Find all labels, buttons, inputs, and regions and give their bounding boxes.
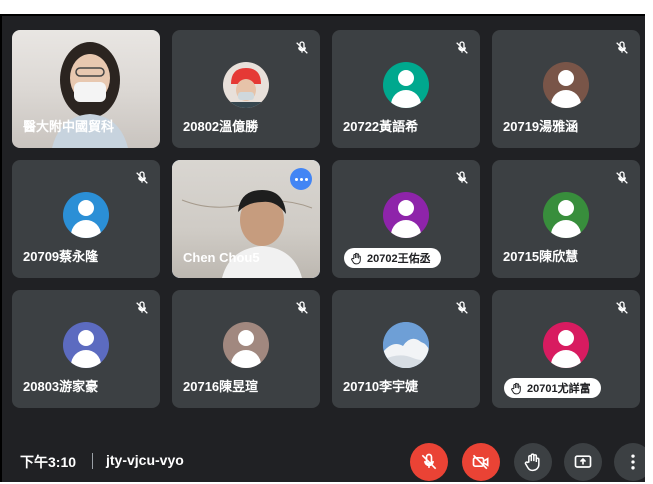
participant-avatar — [383, 192, 429, 238]
participant-tile[interactable]: 20715陳欣慧 — [492, 160, 640, 278]
participant-name: 20715陳欣慧 — [503, 249, 579, 264]
bottom-toolbar: 下午3:10 jty-vjcu-vyo — [2, 438, 645, 482]
participant-avatar — [543, 322, 589, 368]
participant-tile[interactable]: 20722黃語希 — [332, 30, 480, 148]
meeting-code: jty-vjcu-vyo — [106, 452, 184, 468]
participant-avatar — [543, 192, 589, 238]
participant-name: 20716陳昱瑄 — [183, 379, 259, 394]
more-options-button[interactable] — [290, 168, 312, 190]
participant-tile[interactable]: Chen Chou5 — [172, 160, 320, 278]
participant-avatar — [63, 322, 109, 368]
participant-tile[interactable]: 20710李宇婕 — [332, 290, 480, 408]
participant-name: 20803游家豪 — [23, 379, 99, 394]
participant-tile[interactable]: 20719湯雅涵 — [492, 30, 640, 148]
present-screen-icon — [574, 455, 592, 468]
more-options-button[interactable] — [614, 443, 645, 481]
camera-toggle-button[interactable] — [462, 443, 500, 481]
participant-avatar — [223, 322, 269, 368]
participant-tile[interactable]: 醫大附中國貿科 — [12, 30, 160, 148]
mic-muted-icon — [296, 301, 308, 314]
mic-muted-icon — [616, 301, 628, 314]
mic-muted-icon — [616, 41, 628, 54]
mic-muted-icon — [136, 171, 148, 184]
raise-hand-icon — [511, 382, 521, 394]
participant-avatar — [383, 322, 429, 368]
more-options-icon — [631, 454, 635, 470]
participant-tile[interactable]: 20702王佑丞 — [332, 160, 480, 278]
meet-window: 醫大附中國貿科 20802溫億勝 20722黃語希 20719湯雅涵 20709… — [0, 14, 645, 482]
meeting-time: 下午3:10 — [20, 454, 77, 470]
mic-muted-icon — [456, 171, 468, 184]
mic-muted-icon — [616, 171, 628, 184]
raised-hand-chip: 20701尤詳富 — [504, 378, 601, 398]
mic-muted-icon — [456, 301, 468, 314]
present-screen-button[interactable] — [564, 443, 602, 481]
raised-hand-chip: 20702王佑丞 — [344, 248, 441, 268]
participant-name: 20702王佑丞 — [367, 253, 431, 265]
participant-tile[interactable]: 20802溫億勝 — [172, 30, 320, 148]
participant-name: 醫大附中國貿科 — [23, 119, 115, 134]
mic-off-icon — [421, 453, 437, 470]
divider — [92, 453, 93, 469]
participant-tile[interactable]: 20701尤詳富 — [492, 290, 640, 408]
participant-name: 20709蔡永隆 — [23, 249, 99, 264]
participant-avatar — [223, 62, 269, 108]
participant-tile[interactable]: 20803游家豪 — [12, 290, 160, 408]
participant-name: 20701尤詳富 — [527, 383, 591, 395]
participant-tile[interactable]: 20716陳昱瑄 — [172, 290, 320, 408]
mic-muted-icon — [456, 41, 468, 54]
participant-avatar — [543, 62, 589, 108]
participant-tile[interactable]: 20709蔡永隆 — [12, 160, 160, 278]
raise-hand-icon — [524, 453, 540, 472]
participant-name: 20722黃語希 — [343, 119, 419, 134]
participant-name: 20719湯雅涵 — [503, 119, 579, 134]
raise-hand-button[interactable] — [514, 443, 552, 481]
participant-avatar — [383, 62, 429, 108]
mic-muted-icon — [296, 41, 308, 54]
raise-hand-icon — [351, 252, 361, 264]
participant-name: Chen Chou5 — [183, 250, 260, 265]
participant-name: 20802溫億勝 — [183, 119, 259, 134]
participant-name: 20710李宇婕 — [343, 379, 419, 394]
camera-off-icon — [472, 454, 489, 470]
right-strip — [645, 0, 653, 484]
participant-avatar — [63, 192, 109, 238]
mic-muted-icon — [136, 301, 148, 314]
microphone-toggle-button[interactable] — [410, 443, 448, 481]
top-strip — [0, 0, 653, 14]
